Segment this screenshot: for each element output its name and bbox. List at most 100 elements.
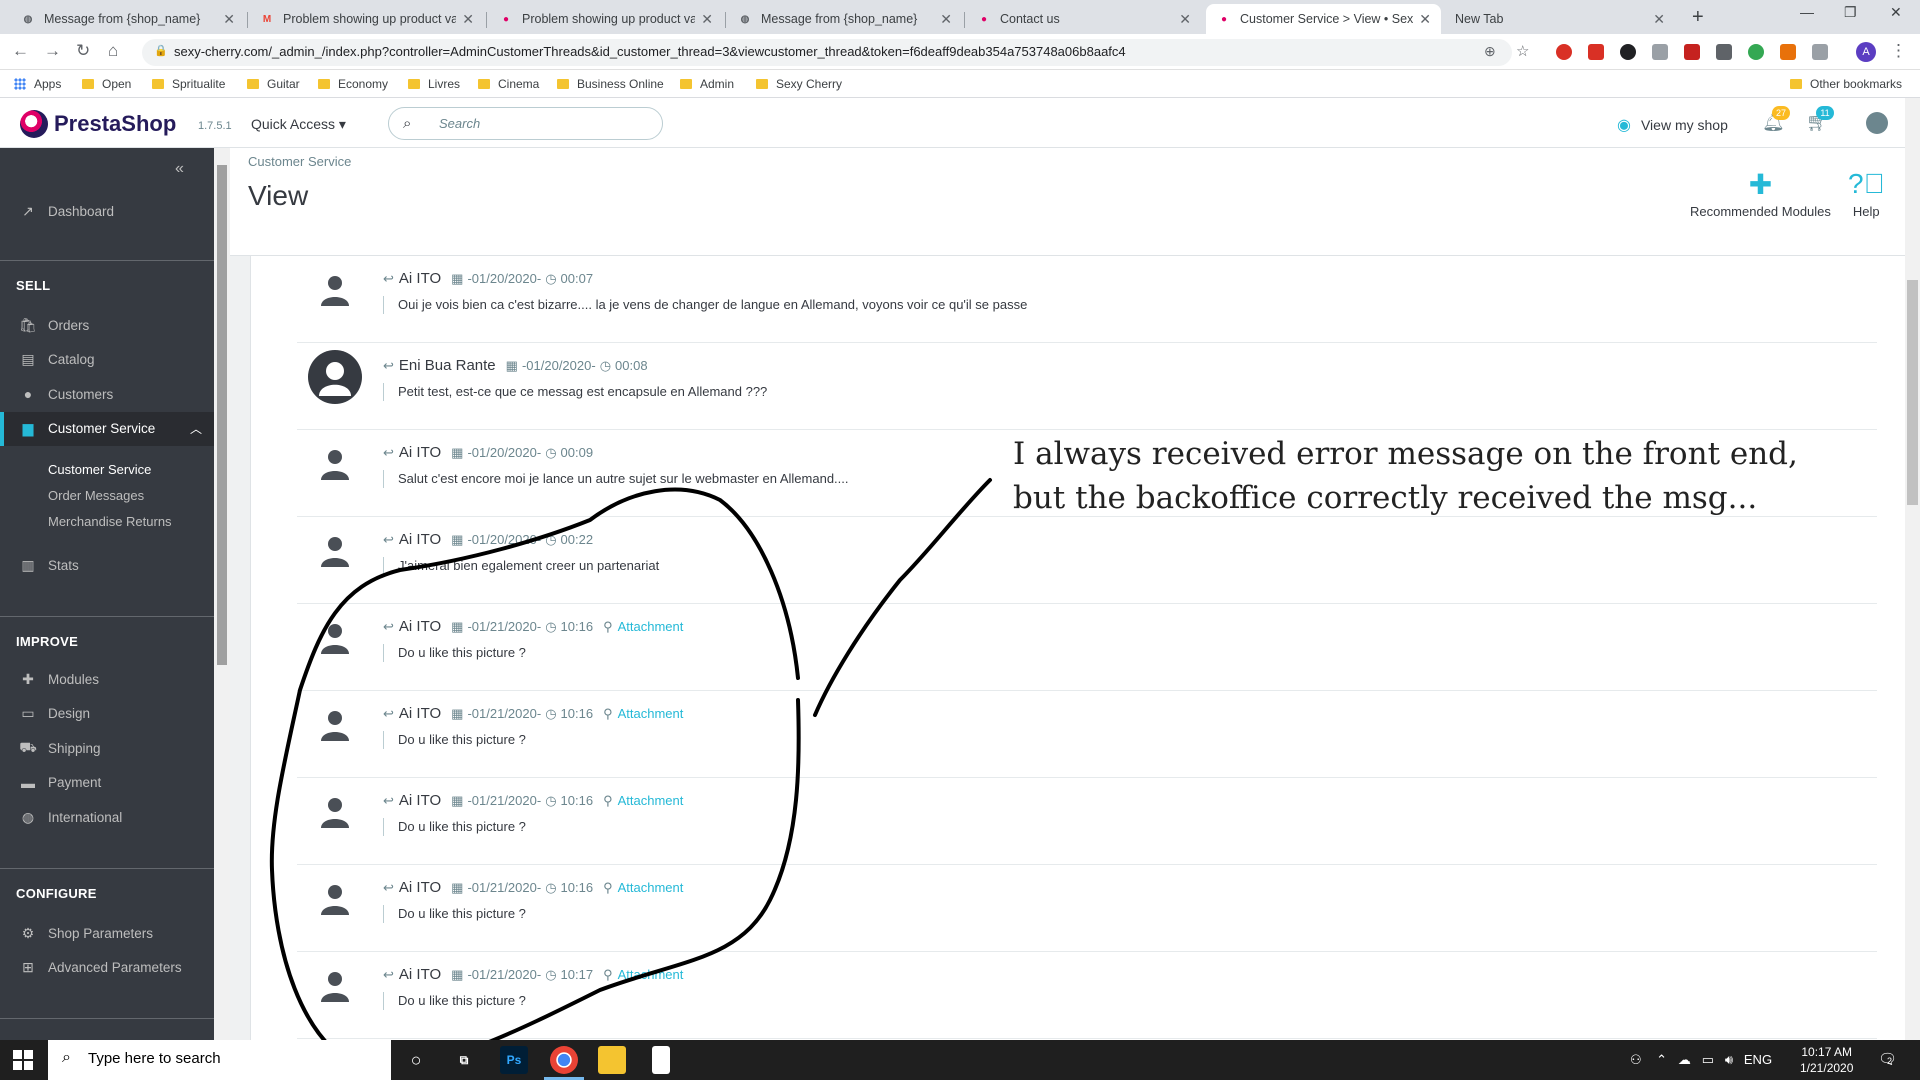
address-bar[interactable]: 🔒 sexy-cherry.com/_admin_/index.php?cont… — [142, 39, 1512, 66]
close-tab-icon[interactable]: ✕ — [223, 11, 235, 28]
action-center-icon[interactable]: 🗨︎ 2 — [1878, 1050, 1897, 1068]
green-extension-icon[interactable] — [1748, 44, 1764, 60]
close-tab-icon[interactable]: ✕ — [462, 11, 474, 28]
browser-tab[interactable]: ● Customer Service > View • Sexy ✕ — [1206, 4, 1441, 34]
attachment-link[interactable]: ⚲ Attachment — [603, 967, 683, 983]
attachment-link[interactable]: ⚲ Attachment — [603, 880, 683, 896]
sidebar-item-dashboard[interactable]: ↗ Dashboard — [0, 194, 214, 228]
profile-avatar[interactable]: A — [1856, 42, 1876, 62]
bookmark-item[interactable]: Business Online — [557, 77, 664, 91]
home-icon[interactable]: ⌂ — [108, 41, 118, 61]
sidebar-item-orders[interactable]: 🛍︎ Orders — [0, 308, 214, 342]
bookmark-item[interactable]: Guitar — [247, 77, 300, 91]
bookmark-item[interactable]: Economy — [318, 77, 388, 91]
browser-tab[interactable]: New Tab ✕ — [1445, 4, 1675, 34]
attachment-link[interactable]: ⚲ Attachment — [603, 793, 683, 809]
chevron-up-icon[interactable]: ⌃ — [1656, 1052, 1667, 1067]
sidebar-item-design[interactable]: ▭ Design — [0, 697, 214, 731]
volume-icon[interactable]: 🔊︎ — [1725, 1052, 1733, 1067]
pdf-extension-icon[interactable] — [1684, 44, 1700, 60]
quick-access-dropdown[interactable]: Quick Access ▾ — [251, 116, 346, 133]
bookmark-item[interactable]: Admin — [680, 77, 734, 91]
search-input[interactable]: ⌕ Search — [388, 107, 663, 140]
notifications-icon[interactable]: 🔔︎ 27 — [1762, 106, 1790, 133]
collapse-sidebar-icon[interactable]: « — [175, 160, 184, 178]
sidebar-item-catalog[interactable]: ▤ Catalog — [0, 343, 214, 377]
close-tab-icon[interactable]: ✕ — [940, 11, 952, 28]
reply-icon[interactable]: ↩ — [383, 619, 394, 635]
employee-avatar[interactable] — [1866, 112, 1888, 134]
camera-extension-icon[interactable] — [1620, 44, 1636, 60]
new-tab-button[interactable]: + — [1692, 6, 1704, 29]
file-explorer-icon[interactable] — [598, 1046, 626, 1074]
reload-icon[interactable]: ↻ — [76, 41, 90, 61]
sidebar-scrollbar-thumb[interactable] — [217, 165, 227, 665]
reply-icon[interactable]: ↩ — [383, 271, 394, 287]
bookmark-item[interactable]: Livres — [408, 77, 460, 91]
page-scrollbar[interactable] — [1905, 98, 1920, 1040]
reply-icon[interactable]: ↩ — [383, 793, 394, 809]
minimize-button[interactable]: — — [1800, 4, 1814, 20]
attachment-link[interactable]: ⚲ Attachment — [603, 619, 683, 635]
reply-icon[interactable]: ↩ — [383, 967, 394, 983]
submenu-order-messages[interactable]: Order Messages — [48, 488, 144, 503]
view-shop-link[interactable]: ◉ View my shop — [1617, 115, 1728, 135]
close-tab-icon[interactable]: ✕ — [1179, 11, 1191, 28]
sidebar-item-customers[interactable]: ● Customers — [0, 377, 214, 411]
breadcrumb[interactable]: Customer Service — [248, 154, 351, 169]
taskbar-search-input[interactable]: ⌕ Type here to search — [48, 1040, 391, 1080]
reply-icon[interactable]: ↩ — [383, 358, 394, 374]
browser-tab[interactable]: ◍ Message from {shop_name} ✕ — [10, 4, 245, 34]
sidebar-item-customer-service[interactable]: ▆ Customer Service ︿ — [0, 411, 214, 446]
bookmark-item[interactable]: Sexy Cherry — [756, 77, 842, 91]
reply-icon[interactable]: ↩ — [383, 445, 394, 461]
sidebar-item-modules[interactable]: ✚ Modules — [0, 662, 214, 696]
download-extension-icon[interactable] — [1780, 44, 1796, 60]
forward-icon[interactable]: → — [44, 41, 61, 61]
photoshop-icon[interactable]: Ps — [500, 1046, 528, 1074]
sidebar-item-shop-parameters[interactable]: ⚙ Shop Parameters — [0, 916, 214, 950]
task-view-icon[interactable]: ⧉ — [450, 1046, 478, 1074]
people-icon[interactable]: ⚇ — [1630, 1052, 1642, 1067]
sidebar-item-payment[interactable]: ▬ Payment — [0, 766, 214, 800]
notepad-icon[interactable] — [652, 1046, 670, 1074]
other-bookmarks[interactable]: Other bookmarks — [1790, 77, 1902, 91]
page-scrollbar-thumb[interactable] — [1907, 280, 1918, 505]
sidebar-item-stats[interactable]: ▥ Stats — [0, 548, 214, 582]
submenu-merchandise-returns[interactable]: Merchandise Returns — [48, 514, 172, 529]
close-window-button[interactable]: ✕ — [1890, 4, 1902, 21]
video-extension-icon[interactable] — [1588, 44, 1604, 60]
opera-extension-icon[interactable] — [1556, 44, 1572, 60]
windows-start-icon[interactable] — [13, 1050, 33, 1070]
cart-icon[interactable]: 🛒︎ 11 — [1806, 106, 1834, 133]
restore-button[interactable]: ❐ — [1844, 4, 1857, 21]
language-indicator[interactable]: ENG — [1744, 1052, 1772, 1067]
code-extension-icon[interactable] — [1652, 44, 1668, 60]
cortana-icon[interactable]: ○ — [402, 1046, 430, 1074]
close-tab-icon[interactable]: ✕ — [701, 11, 713, 28]
browser-tab[interactable]: ● Contact us ✕ — [966, 4, 1201, 34]
star-icon[interactable]: ☆ — [1516, 42, 1529, 60]
browser-tab[interactable]: ● Problem showing up product var ✕ — [488, 4, 723, 34]
reply-icon[interactable]: ↩ — [383, 880, 394, 896]
bookmark-item[interactable]: Spritualite — [152, 77, 225, 91]
menu-dots-icon[interactable]: ⋮ — [1890, 41, 1907, 61]
calendar-extension-icon[interactable] — [1716, 44, 1732, 60]
help-button[interactable]: ?⃝ Help — [1848, 168, 1885, 219]
puzzle-extension-icon[interactable] — [1812, 44, 1828, 60]
sidebar-item-advanced-parameters[interactable]: ⊞ Advanced Parameters — [0, 950, 214, 984]
sidebar-item-international[interactable]: ◍ International — [0, 800, 214, 834]
bookmark-item[interactable]: Cinema — [478, 77, 539, 91]
browser-tab[interactable]: M Problem showing up product var ✕ — [249, 4, 484, 34]
browser-tab[interactable]: ◍ Message from {shop_name} ✕ — [727, 4, 962, 34]
sidebar-item-shipping[interactable]: ⛟ Shipping — [0, 731, 214, 765]
chrome-icon[interactable] — [550, 1046, 578, 1074]
close-tab-icon[interactable]: ✕ — [1419, 11, 1431, 28]
recommended-modules-button[interactable]: ✚ Recommended Modules — [1690, 168, 1831, 219]
close-tab-icon[interactable]: ✕ — [1653, 11, 1665, 28]
prestashop-logo[interactable]: PrestaShop — [20, 110, 176, 138]
reply-icon[interactable]: ↩ — [383, 532, 394, 548]
attachment-link[interactable]: ⚲ Attachment — [603, 706, 683, 722]
reply-icon[interactable]: ↩ — [383, 706, 394, 722]
bookmark-item[interactable]: Apps — [14, 77, 61, 91]
